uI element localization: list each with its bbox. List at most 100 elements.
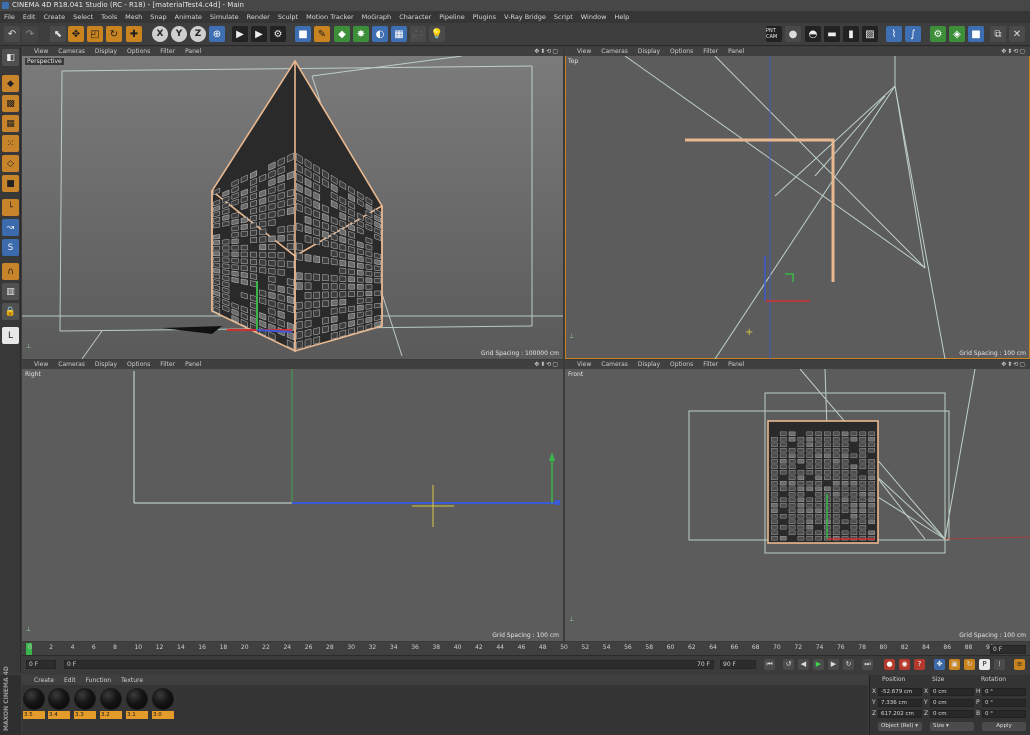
viewport-layout-icon[interactable]: ✕: [1009, 26, 1025, 42]
viewport-menu-display[interactable]: Display: [638, 48, 660, 55]
record-key-icon[interactable]: ●: [884, 659, 895, 670]
axis-mode-icon[interactable]: └: [2, 199, 19, 216]
move-tool-icon[interactable]: ✥: [68, 26, 84, 42]
viewport-menu-options[interactable]: Options: [670, 361, 693, 368]
snap-icon[interactable]: S: [2, 239, 19, 256]
viewport-menu-panel[interactable]: Panel: [728, 361, 744, 368]
material-menu-texture[interactable]: Texture: [121, 677, 143, 684]
viewport-nav-icons[interactable]: ✥⬍⟲▢: [534, 48, 559, 55]
viewport-menu-cameras[interactable]: Cameras: [58, 48, 85, 55]
rotation-b-field[interactable]: 0 °: [982, 710, 1026, 718]
rotate-tool-icon[interactable]: ↻: [106, 26, 122, 42]
workplane-icon[interactable]: ▦: [2, 115, 19, 132]
viewport-menu-options[interactable]: Options: [670, 48, 693, 55]
viewport-nav-icons[interactable]: ✥⬍⟲▢: [534, 361, 559, 368]
viewport-menu-display[interactable]: Display: [95, 361, 117, 368]
viewport-nav-icons[interactable]: ✥⬍⟲▢: [1001, 361, 1026, 368]
viewport-menu-options[interactable]: Options: [127, 48, 150, 55]
frame-right-field[interactable]: 0 F: [990, 645, 1026, 654]
magnet-icon[interactable]: ∩: [2, 263, 19, 280]
menu-edit[interactable]: Edit: [23, 13, 36, 21]
viewport-menu-filter[interactable]: Filter: [703, 48, 718, 55]
next-key-icon[interactable]: ↻: [843, 659, 854, 670]
scale-tool-icon[interactable]: ◰: [87, 26, 103, 42]
position-y-field[interactable]: 7.336 cm: [878, 699, 922, 707]
perspective-viewport[interactable]: View Cameras Display Options Filter Pane…: [22, 47, 563, 359]
front-viewport[interactable]: View Cameras Display Options Filter Pane…: [565, 360, 1030, 641]
y-axis-lock-button[interactable]: Y: [171, 26, 187, 42]
size-z-field[interactable]: 0 cm: [930, 710, 974, 718]
snap-settings-icon[interactable]: ⚙: [930, 26, 946, 42]
menu-mesh[interactable]: Mesh: [125, 13, 142, 21]
viewport-menu-view[interactable]: View: [34, 361, 48, 368]
viewport-menu-view[interactable]: View: [577, 48, 591, 55]
render-picture-viewer-icon[interactable]: ▶: [251, 26, 267, 42]
autokey-icon[interactable]: ◉: [899, 659, 910, 670]
layer-manager-icon[interactable]: ◈: [949, 26, 965, 42]
sphere-material-icon[interactable]: ●: [785, 26, 801, 42]
viewport-menu-panel[interactable]: Panel: [728, 48, 744, 55]
menu-file[interactable]: File: [4, 13, 15, 21]
key-scale-icon[interactable]: ▣: [949, 659, 960, 670]
viewport-menu-panel[interactable]: Panel: [185, 48, 201, 55]
material-swatch[interactable]: 3.2: [100, 688, 122, 720]
menu-snap[interactable]: Snap: [150, 13, 166, 21]
viewport-menu-filter[interactable]: Filter: [703, 361, 718, 368]
x-axis-lock-button[interactable]: X: [152, 26, 168, 42]
menu-motion-tracker[interactable]: Motion Tracker: [306, 13, 354, 21]
previous-frame-icon[interactable]: ◀: [798, 659, 809, 670]
material-swatch[interactable]: 3.5: [23, 688, 45, 720]
menu-mograph[interactable]: MoGraph: [362, 13, 392, 21]
viewport-menu-cameras[interactable]: Cameras: [58, 361, 85, 368]
go-to-end-icon[interactable]: ⏭: [862, 659, 873, 670]
menu-vray-bridge[interactable]: V-Ray Bridge: [504, 13, 546, 21]
play-icon[interactable]: ▶: [813, 659, 824, 670]
viewport-menu-options[interactable]: Options: [127, 361, 150, 368]
size-y-field[interactable]: 0 cm: [930, 699, 974, 707]
menu-help[interactable]: Help: [614, 13, 629, 21]
size-x-field[interactable]: 0 cm: [930, 688, 974, 696]
sky-icon[interactable]: ◓: [805, 26, 821, 42]
make-editable-icon[interactable]: ◧: [2, 49, 19, 66]
menu-create[interactable]: Create: [43, 13, 65, 21]
viewport-menu-view[interactable]: View: [34, 48, 48, 55]
current-frame-field[interactable]: 0 F: [26, 660, 56, 669]
sculpt-brush-icon[interactable]: ⌇: [886, 26, 902, 42]
viewport-menu-display[interactable]: Display: [95, 48, 117, 55]
viewport-menu-view[interactable]: View: [577, 361, 591, 368]
menu-simulate[interactable]: Simulate: [210, 13, 239, 21]
building-outline[interactable]: [685, 138, 835, 282]
display-mode-icon[interactable]: ■: [968, 26, 984, 42]
menu-animate[interactable]: Animate: [175, 13, 202, 21]
camera-icon[interactable]: 🎥: [410, 26, 426, 42]
material-swatch[interactable]: 3.3: [74, 688, 96, 720]
render-view-icon[interactable]: ▶: [232, 26, 248, 42]
points-mode-icon[interactable]: ⁙: [2, 135, 19, 152]
menu-select[interactable]: Select: [73, 13, 93, 21]
redo-icon[interactable]: ↷: [22, 26, 38, 42]
coordinate-mode-dropdown[interactable]: Object (Rel) ▾: [878, 722, 922, 731]
key-parameter-icon[interactable]: P: [979, 659, 990, 670]
floor-scene-icon[interactable]: ▦: [391, 26, 407, 42]
position-z-field[interactable]: 617.202 cm: [878, 710, 922, 718]
viewport-menu-display[interactable]: Display: [638, 361, 660, 368]
coordinate-system-icon[interactable]: ⊕: [209, 26, 225, 42]
cloner-icon[interactable]: ✸: [353, 26, 369, 42]
menu-script[interactable]: Script: [554, 13, 573, 21]
go-to-start-icon[interactable]: ⏮: [764, 659, 775, 670]
viewport-nav-icons[interactable]: ✥⬍⟲▢: [1001, 48, 1026, 55]
menu-render[interactable]: Render: [247, 13, 270, 21]
layout-icon[interactable]: ⧉: [990, 26, 1006, 42]
rotation-h-field[interactable]: 0 °: [982, 688, 1026, 696]
apply-button[interactable]: Apply: [982, 722, 1026, 731]
pen-spline-icon[interactable]: ✎: [314, 26, 330, 42]
foreground-icon[interactable]: ▮: [843, 26, 859, 42]
previous-key-icon[interactable]: ↺: [783, 659, 794, 670]
material-swatch[interactable]: 3.1: [126, 688, 148, 720]
right-viewport[interactable]: View Cameras Display Options Filter Pane…: [22, 360, 563, 641]
menu-sculpt[interactable]: Sculpt: [278, 13, 298, 21]
light-icon[interactable]: 💡: [429, 26, 445, 42]
key-position-icon[interactable]: ✥: [934, 659, 945, 670]
timeline-menu-icon[interactable]: ≡: [1014, 659, 1025, 670]
environment-icon[interactable]: ▨: [862, 26, 878, 42]
